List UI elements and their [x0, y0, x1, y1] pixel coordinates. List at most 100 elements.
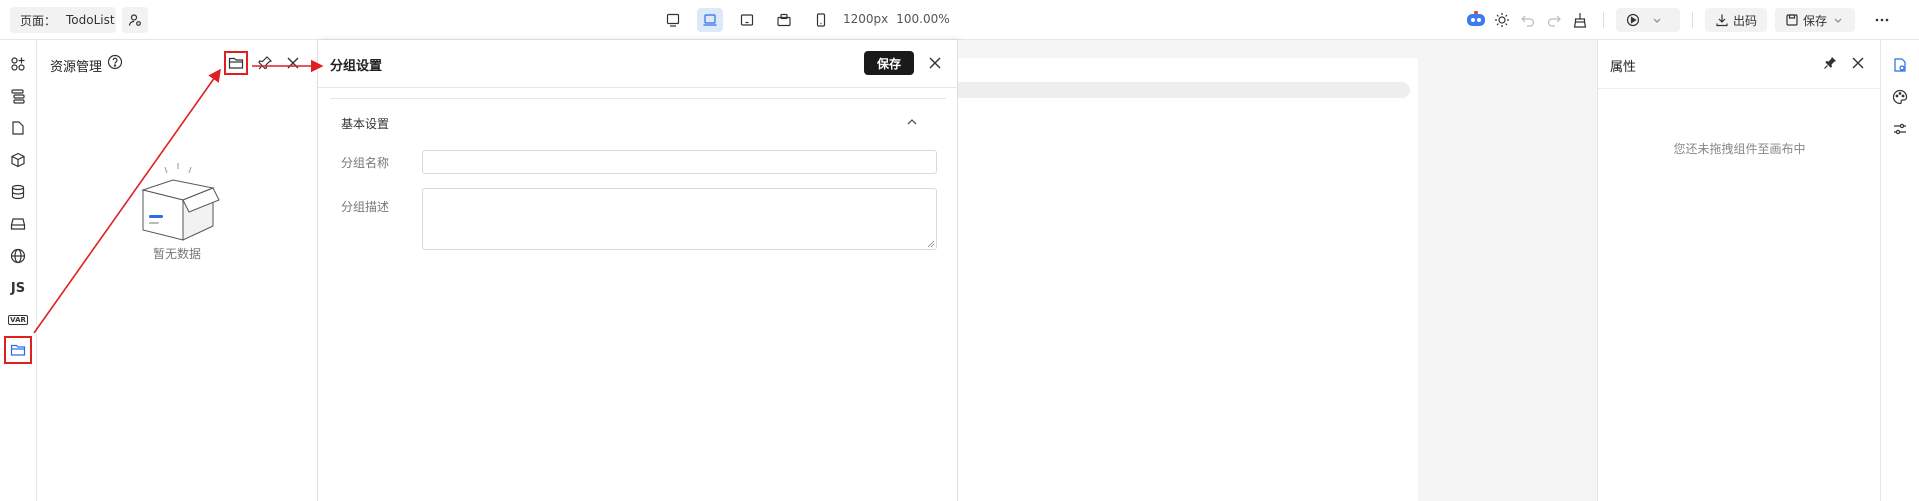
broom-icon [1573, 13, 1587, 28]
canvas-page[interactable] [958, 58, 1418, 501]
properties-close-button[interactable] [1848, 53, 1868, 73]
layers-list-icon [11, 89, 25, 104]
resource-pin-button[interactable] [255, 53, 275, 73]
canvas-placeholder-bar [958, 82, 1410, 98]
page-user-button[interactable] [122, 7, 148, 33]
chevron-up-icon[interactable] [904, 114, 920, 130]
download-icon [1716, 14, 1728, 27]
sliders-icon [1894, 123, 1906, 135]
rail-style-button[interactable] [1889, 86, 1911, 108]
more-horizontal-icon [1875, 18, 1889, 22]
page-selector-value: TodoList [66, 13, 115, 27]
properties-empty-text: 您还未拖拽组件至画布中 [1673, 142, 1806, 156]
preview-button[interactable] [1616, 8, 1680, 32]
design-canvas[interactable] [958, 40, 1597, 501]
resource-panel-title: 资源管理 [50, 60, 103, 75]
page-selector[interactable]: 页面： TodoList [10, 7, 116, 33]
device-desktop-button[interactable] [660, 8, 686, 32]
js-icon: JS [10, 280, 26, 296]
rail-i18n-button[interactable] [6, 244, 30, 268]
more-button[interactable] [1869, 7, 1895, 33]
sun-icon [1495, 13, 1509, 27]
group-name-input[interactable] [422, 150, 937, 174]
right-toolbar: 出码 保存 [1463, 7, 1895, 33]
close-icon [929, 57, 941, 69]
rail-resources-button[interactable] [4, 336, 32, 364]
top-toolbar: 页面： TodoList 1200px 100.00% 出码 保存 [0, 0, 1919, 40]
rail-storage-button[interactable] [6, 212, 30, 236]
var-icon: VAR [8, 315, 28, 325]
redo-button[interactable] [1541, 7, 1567, 33]
device-mobile-button[interactable] [808, 8, 834, 32]
group-settings-panel: 分组设置 保存 基本设置 分组名称 分组描述 [318, 40, 958, 501]
right-settings-rail [1880, 40, 1919, 501]
tablet-landscape-icon [740, 14, 754, 26]
section-divider [330, 98, 946, 99]
group-desc-textarea[interactable] [422, 188, 937, 250]
canvas-width-value[interactable]: 1200px [843, 12, 888, 26]
resource-panel: 资源管理 暂无数据 [37, 40, 318, 501]
rail-advanced-button[interactable] [1889, 118, 1911, 140]
canvas-zoom-value[interactable]: 100.00% [896, 12, 949, 26]
save-dropdown-label: 保存 [1803, 13, 1828, 28]
user-settings-icon [128, 14, 141, 26]
floppy-icon [1786, 14, 1798, 26]
resource-close-button[interactable] [283, 53, 303, 73]
group-settings-header: 分组设置 保存 [318, 40, 958, 88]
rail-blocks-button[interactable] [6, 148, 30, 172]
document-settings-icon [1894, 58, 1906, 72]
folder-icon [10, 344, 26, 356]
canvas-dimensions: 1200px 100.00% [843, 12, 950, 26]
monitor-icon [666, 13, 680, 27]
database-icon [11, 184, 25, 200]
page-icon [12, 121, 24, 135]
device-tablet-landscape-button[interactable] [734, 8, 760, 32]
rail-outline-button[interactable] [6, 84, 30, 108]
resize-grip-icon[interactable] [927, 240, 935, 248]
pin-filled-icon [1824, 57, 1836, 69]
theme-toggle-button[interactable] [1489, 7, 1515, 33]
chevron-down-icon [1653, 18, 1661, 23]
empty-state-text: 暂无数据 [153, 247, 202, 261]
group-close-button[interactable] [925, 53, 945, 73]
left-plugin-rail: JS VAR [0, 40, 37, 501]
app-root: 页面： TodoList 1200px 100.00% 出码 保存 JS VAR… [0, 0, 1919, 501]
robot-icon [1467, 11, 1485, 26]
components-icon [11, 57, 25, 71]
rail-components-button[interactable] [6, 52, 30, 76]
clear-canvas-button[interactable] [1567, 7, 1593, 33]
tray-icon [10, 218, 26, 230]
export-code-label: 出码 [1733, 13, 1758, 28]
rail-props-button[interactable] [1889, 54, 1911, 76]
ai-assistant-button[interactable] [1463, 7, 1489, 33]
rail-variables-button[interactable]: VAR [6, 308, 30, 332]
tablet-rotate-icon [777, 13, 791, 27]
group-name-label: 分组名称 [341, 156, 390, 170]
properties-title: 属性 [1610, 60, 1637, 75]
export-code-button[interactable]: 出码 [1705, 8, 1768, 32]
rail-js-button[interactable]: JS [6, 276, 30, 300]
properties-panel: 属性 您还未拖拽组件至画布中 [1597, 40, 1881, 501]
redo-icon [1547, 15, 1561, 27]
page-selector-label: 页面： [20, 13, 57, 28]
add-folder-button[interactable] [224, 51, 248, 75]
mobile-icon [816, 13, 826, 27]
group-save-button[interactable]: 保存 [864, 51, 914, 75]
cube-icon [11, 152, 25, 168]
undo-button[interactable] [1515, 7, 1541, 33]
basic-settings-title[interactable]: 基本设置 [341, 115, 389, 132]
device-switcher [660, 8, 845, 32]
help-icon[interactable] [107, 54, 123, 70]
palette-icon [1892, 89, 1908, 105]
rail-pages-button[interactable] [6, 116, 30, 140]
pin-icon [258, 56, 273, 70]
close-icon [1852, 57, 1864, 69]
chevron-down-icon [1834, 18, 1842, 23]
device-tablet-rotate-button[interactable] [771, 8, 797, 32]
laptop-icon [703, 14, 717, 26]
device-laptop-button[interactable] [697, 8, 723, 32]
properties-pin-button[interactable] [1820, 53, 1840, 73]
play-circle-icon [1626, 13, 1640, 27]
rail-datasource-button[interactable] [6, 180, 30, 204]
save-dropdown-button[interactable]: 保存 [1775, 8, 1856, 32]
